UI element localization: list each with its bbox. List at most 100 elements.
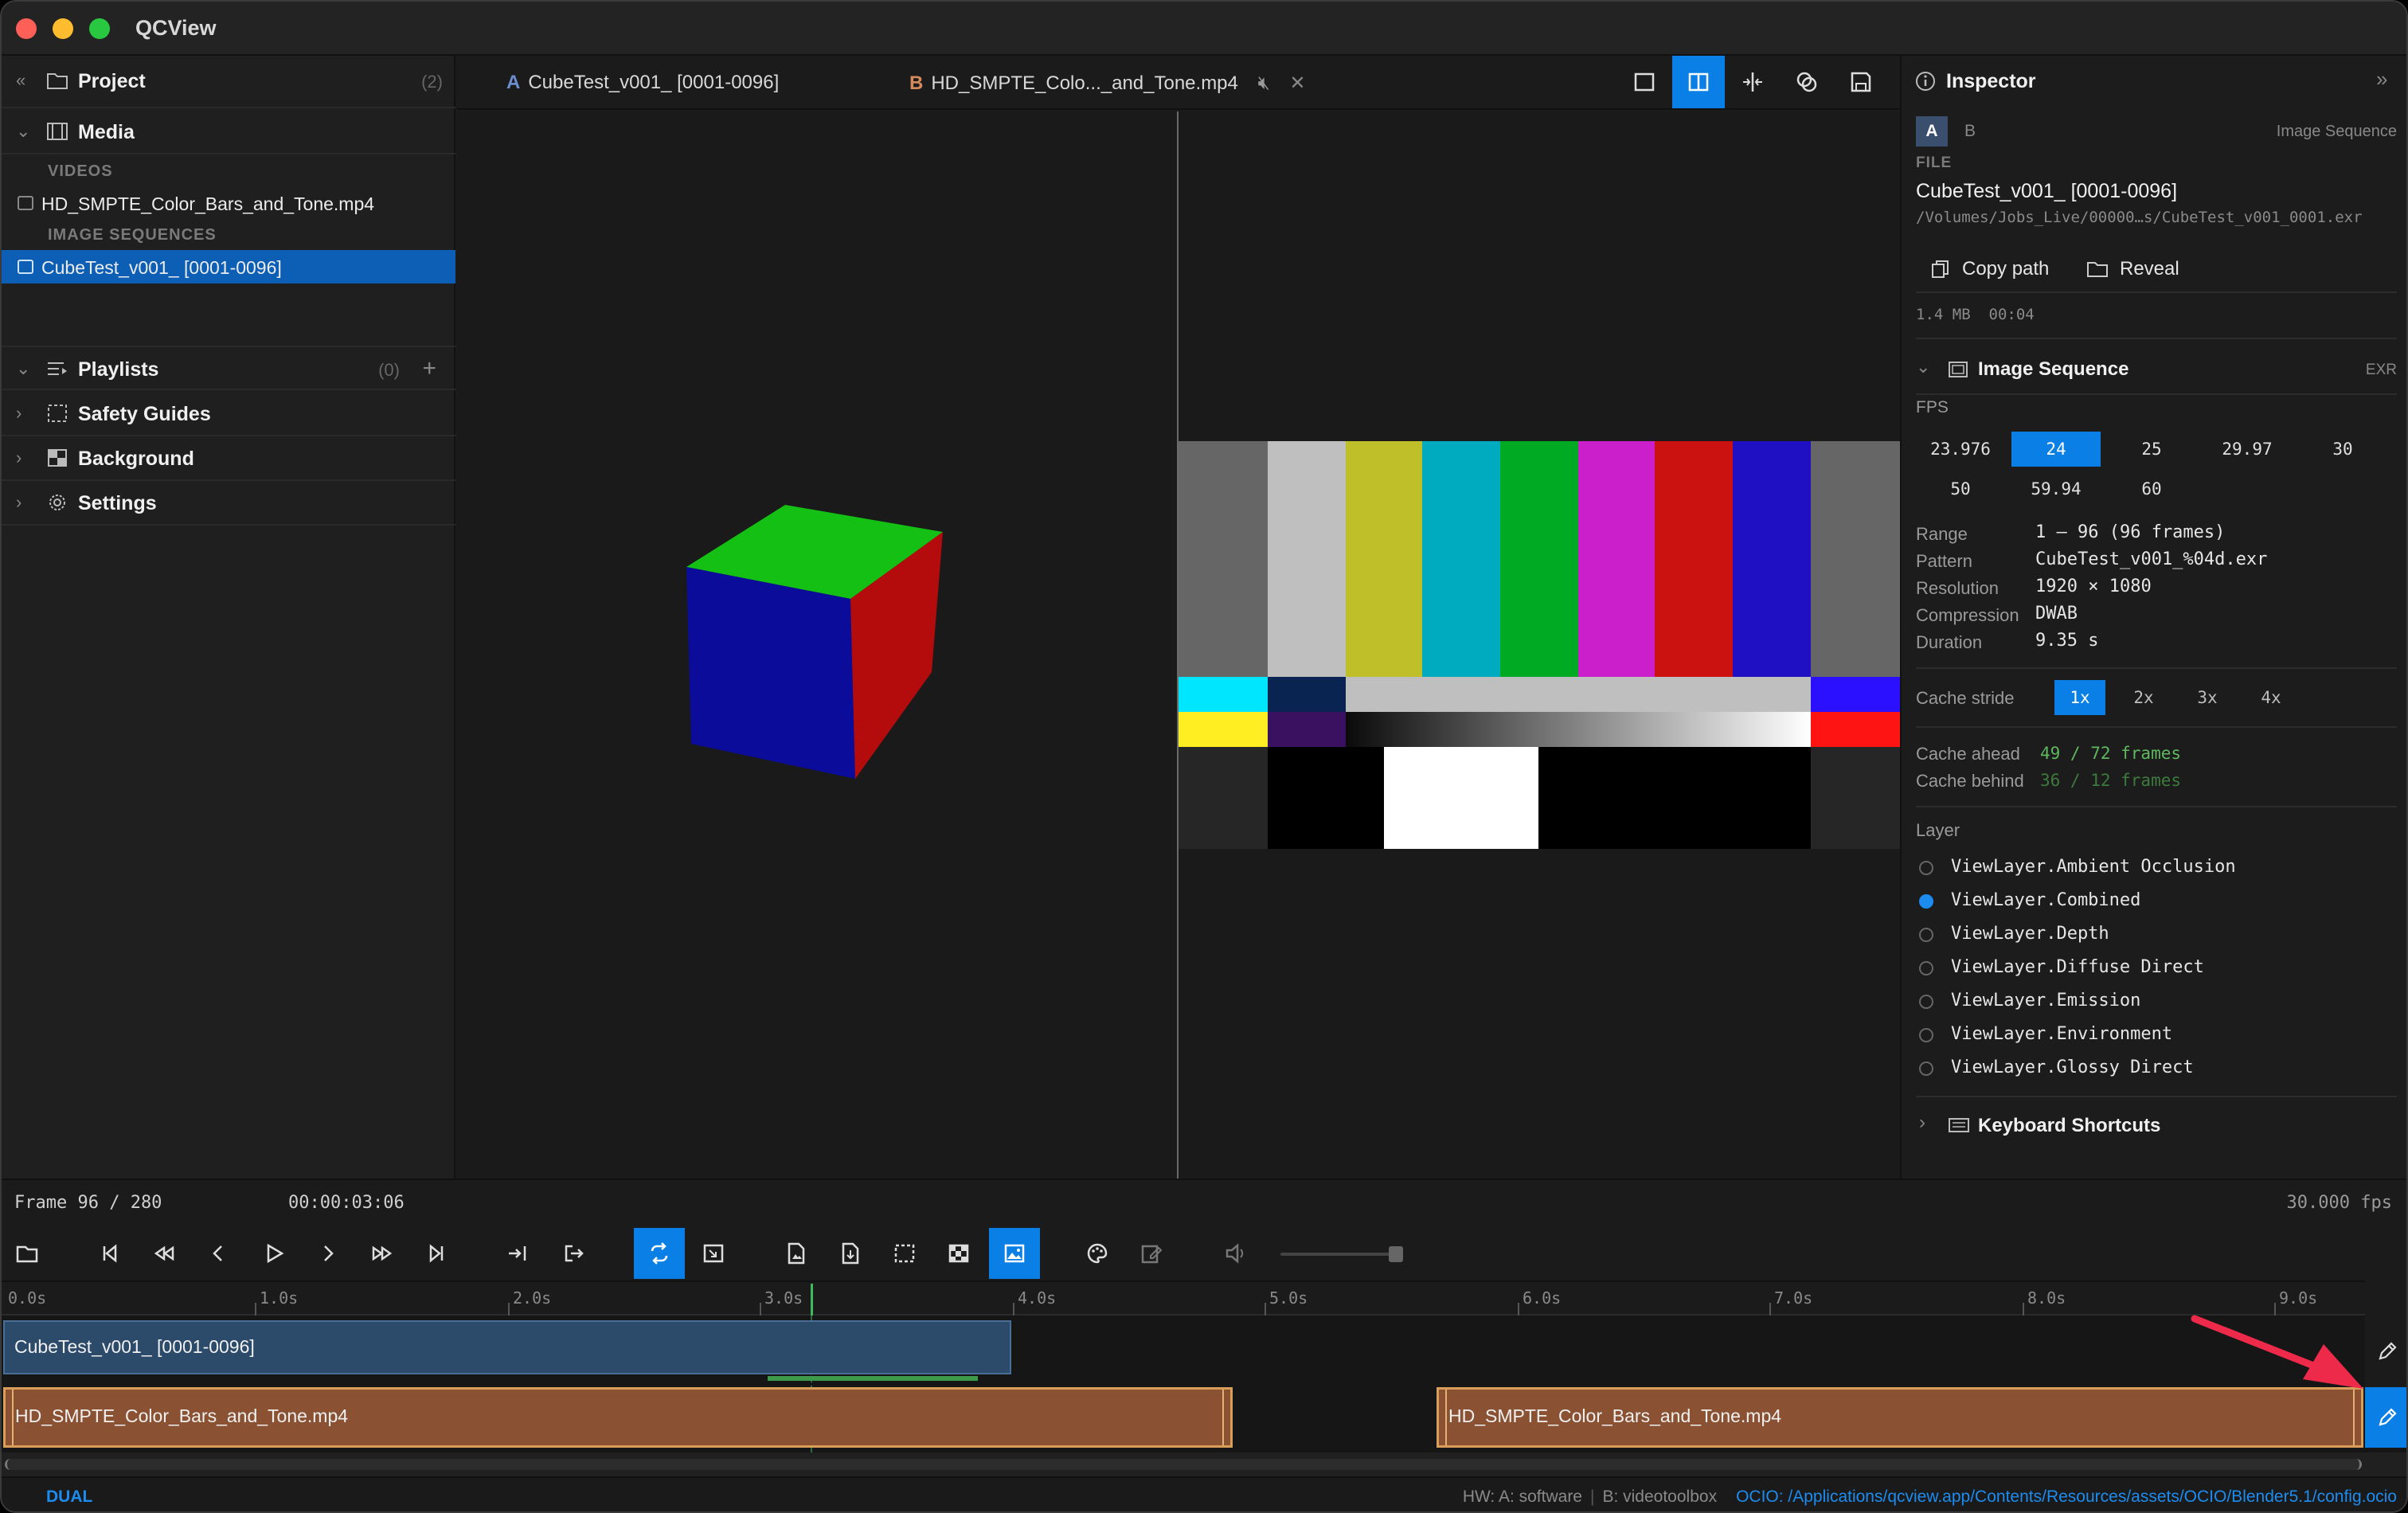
clip-b-smpte-2[interactable]: HD_SMPTE_Color_Bars_and_Tone.mp4 <box>1437 1387 2363 1448</box>
fps-option-30[interactable]: 30 <box>2298 432 2387 467</box>
layer-name: ViewLayer.Environment <box>1951 1024 2173 1044</box>
safety-guides-section-header[interactable]: › Safety Guides <box>2 392 455 436</box>
image-view-toggle-button[interactable] <box>989 1228 1040 1279</box>
status-bar: DUAL HW: A: software | B: videotoolbox O… <box>2 1476 2406 1511</box>
source-tab-a[interactable]: A <box>1916 116 1948 147</box>
fps-option-50[interactable]: 50 <box>1916 471 2005 506</box>
rewind-icon <box>154 1245 174 1261</box>
media-item-image-sequence[interactable]: CubeTest_v001_ [0001-0096] <box>2 250 455 283</box>
go-to-end-button[interactable] <box>411 1228 462 1279</box>
fit-view-button[interactable] <box>688 1228 739 1279</box>
cube-render-image <box>686 505 943 779</box>
step-back-button[interactable] <box>193 1228 244 1279</box>
detail-value: 1 – 96 (96 frames) <box>2035 522 2226 542</box>
timeline-ruler[interactable]: 0.0s 1.0s 2.0s 3.0s 4.0s 5.0s 6.0s 7.0s … <box>2 1280 2365 1316</box>
chevron-right-icon: › <box>1919 1112 1925 1133</box>
scrollbar-thumb[interactable] <box>5 1459 2362 1470</box>
background-section-header[interactable]: › Background <box>2 436 455 481</box>
go-to-start-button[interactable] <box>84 1228 135 1279</box>
close-window-button[interactable] <box>16 18 37 39</box>
minimize-window-button[interactable] <box>53 18 73 39</box>
playlists-section-header[interactable]: ⌄ Playlists (0) + <box>2 346 455 390</box>
save-button[interactable] <box>1835 56 1887 108</box>
set-in-point-button[interactable] <box>492 1228 543 1279</box>
copy-path-button[interactable]: Copy path <box>1930 253 2049 285</box>
fps-option-5994[interactable]: 59.94 <box>2011 471 2101 506</box>
reveal-label: Reveal <box>2120 258 2179 280</box>
single-view-button[interactable] <box>1618 56 1671 108</box>
clip-trim-handle-right[interactable] <box>2353 1390 2355 1445</box>
fps-option-2997[interactable]: 29.97 <box>2203 432 2292 467</box>
media-item-video[interactable]: HD_SMPTE_Color_Bars_and_Tone.mp4 <box>2 186 455 220</box>
layer-name: ViewLayer.Diffuse Direct <box>1951 957 2204 977</box>
safe-area-icon <box>894 1244 915 1263</box>
clip-trim-handle-right[interactable] <box>1222 1390 1224 1445</box>
settings-section-header[interactable]: › Settings <box>2 481 455 526</box>
volume-slider[interactable] <box>1280 1246 1403 1262</box>
cache-stride-4x[interactable]: 4x <box>2246 680 2297 715</box>
side-by-side-button[interactable] <box>1672 56 1725 108</box>
playlists-label: Playlists <box>78 358 159 381</box>
image-sequence-icon <box>18 260 33 274</box>
tab-a[interactable]: A CubeTest_v001_ [0001-0096] <box>506 72 779 94</box>
annotate-button[interactable] <box>1126 1228 1177 1279</box>
fast-forward-button[interactable] <box>357 1228 408 1279</box>
volume-button[interactable] <box>1210 1228 1261 1279</box>
image-sequence-icon <box>1949 362 1968 377</box>
fps-option-25[interactable]: 25 <box>2107 432 2196 467</box>
keyboard-shortcuts-section-header[interactable]: › Keyboard Shortcuts <box>1916 1108 2397 1145</box>
set-out-point-button[interactable] <box>548 1228 599 1279</box>
pencil-icon <box>2379 1408 2397 1426</box>
fps-option-23976[interactable]: 23.976 <box>1916 432 2005 467</box>
playhead-marker[interactable] <box>811 1284 813 1316</box>
step-forward-button[interactable] <box>303 1228 354 1279</box>
volume-slider-handle[interactable] <box>1389 1246 1403 1262</box>
mute-icon[interactable]: 🔇︎ <box>1258 72 1270 94</box>
rewind-button[interactable] <box>139 1228 190 1279</box>
collapse-panel-icon[interactable]: « <box>16 70 25 91</box>
image-sequence-section-header[interactable]: ⌄ Image Sequence EXR <box>1916 352 2397 389</box>
tab-b[interactable]: B HD_SMPTE_Colo..._and_Tone.mp4 🔇︎ ✕ <box>909 72 1305 95</box>
project-header[interactable]: « Project (2) <box>2 56 455 108</box>
clip-a-cubetest[interactable]: CubeTest_v001_ [0001-0096] <box>3 1320 1011 1374</box>
wipe-button[interactable] <box>1726 56 1779 108</box>
overlay-button[interactable] <box>1781 56 1833 108</box>
single-view-icon <box>1634 72 1655 92</box>
viewer-canvas[interactable] <box>457 111 1900 1179</box>
clip-trim-handle-left[interactable] <box>12 1390 14 1445</box>
close-tab-icon[interactable]: ✕ <box>1289 72 1305 94</box>
tab-label: HD_SMPTE_Colo..._and_Tone.mp4 <box>931 72 1238 94</box>
radio-icon <box>1919 961 1933 975</box>
zoom-window-button[interactable] <box>89 18 110 39</box>
cache-stride-3x[interactable]: 3x <box>2182 680 2233 715</box>
volume-icon <box>1226 1243 1244 1264</box>
loop-toggle-button[interactable] <box>634 1228 685 1279</box>
fps-option-24[interactable]: 24 <box>2011 432 2101 467</box>
cache-stride-1x[interactable]: 1x <box>2054 680 2105 715</box>
fps-option-60[interactable]: 60 <box>2107 471 2196 506</box>
clip-b-smpte-1[interactable]: HD_SMPTE_Color_Bars_and_Tone.mp4 <box>3 1387 1233 1448</box>
media-section-header[interactable]: ⌄ Media <box>2 110 455 154</box>
video-file-icon <box>18 196 33 210</box>
add-playlist-icon[interactable]: + <box>422 355 436 382</box>
background-toggle-button[interactable] <box>933 1228 984 1279</box>
ruler-label: 3.0s <box>764 1288 803 1308</box>
open-file-button[interactable] <box>2 1228 53 1279</box>
export-file-button[interactable] <box>825 1228 876 1279</box>
reveal-button[interactable]: Reveal <box>2086 253 2179 285</box>
timeline-scrollbar[interactable] <box>2 1452 2406 1476</box>
edit-track-a-button[interactable] <box>2365 1316 2406 1387</box>
safe-area-toggle-button[interactable] <box>879 1228 930 1279</box>
edit-track-b-button[interactable] <box>2365 1387 2406 1448</box>
cache-stride-2x[interactable]: 2x <box>2118 680 2169 715</box>
clip-trim-handle-left[interactable] <box>1445 1390 1447 1445</box>
source-tab-b[interactable]: B <box>1954 116 1986 147</box>
export-frame-button[interactable] <box>771 1228 822 1279</box>
expand-panel-icon[interactable]: » <box>2376 67 2387 92</box>
view-mode-status: DUAL <box>46 1488 93 1506</box>
folder-icon <box>47 73 68 89</box>
play-button[interactable] <box>248 1228 299 1279</box>
detail-label: Pattern <box>1916 551 1972 571</box>
ocio-config-status: OCIO: /Applications/qcview.app/Contents/… <box>1736 1488 2397 1506</box>
color-management-button[interactable] <box>1072 1228 1123 1279</box>
